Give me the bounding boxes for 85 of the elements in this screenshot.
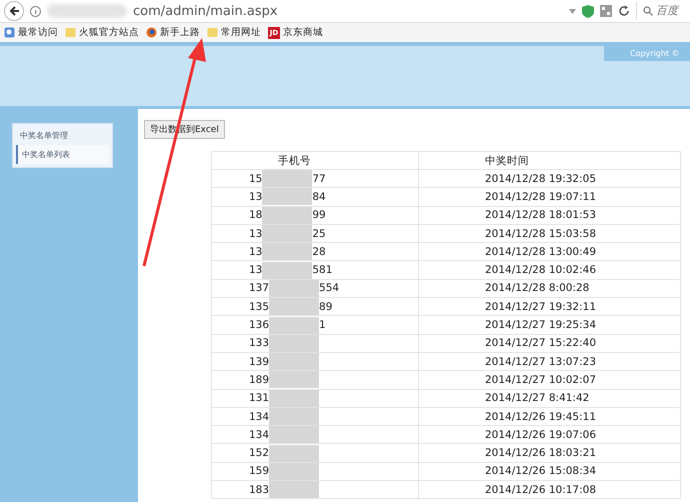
redaction-blur <box>262 206 312 224</box>
phone-number-start: 13 <box>249 264 262 276</box>
phone-number-end: 25 <box>312 228 326 240</box>
redaction-blur <box>269 481 320 498</box>
back-button[interactable] <box>4 1 24 21</box>
phone-number-start: 152 <box>249 447 270 460</box>
search-icon <box>643 6 653 16</box>
phone-number-start: 137 <box>249 282 270 294</box>
table-cell: 2014/12/28 19:32:05 <box>418 170 680 188</box>
back-arrow-icon <box>8 5 20 17</box>
menu-item[interactable]: 中奖名单列表 <box>16 145 109 164</box>
table-cell: 2014/12/26 19:45:11 <box>418 407 680 426</box>
phone-number-start: 13 <box>249 190 262 203</box>
table-cell: 2014/12/28 18:01:53 <box>418 206 680 224</box>
redaction-blur <box>269 316 320 334</box>
phone-number-end: 28 <box>312 246 326 258</box>
table-cell: 2014/12/27 10:02:07 <box>418 370 680 390</box>
bookmarks-icon <box>4 27 15 38</box>
table-cell: 2014/12/26 18:03:21 <box>418 444 680 462</box>
info-icon[interactable] <box>30 6 41 16</box>
phone-number-start: 18 <box>249 209 262 222</box>
reload-icon[interactable] <box>618 5 630 17</box>
phone-number-start: 131 <box>249 392 270 404</box>
table-cell: 2014/12/27 19:25:34 <box>418 316 680 334</box>
redaction-blur <box>262 188 312 206</box>
folder-icon <box>207 27 218 38</box>
copyright-text: Copyright © <box>604 46 690 61</box>
column-header: 中奖时间 <box>418 152 680 170</box>
redaction-blur <box>262 225 312 242</box>
bookmark-link[interactable]: 新手上路 <box>146 26 200 39</box>
phone-number-end: 1 <box>319 319 326 332</box>
redaction-blur <box>269 334 320 352</box>
table-cell: 2014/12/28 10:02:46 <box>418 260 680 280</box>
redaction-blur <box>269 280 320 297</box>
phone-number-start: 139 <box>249 356 270 368</box>
column-header: 手机号 <box>212 152 418 170</box>
redaction-blur <box>262 170 312 188</box>
qr-code-icon[interactable] <box>600 5 612 17</box>
caret-icon[interactable] <box>569 8 576 14</box>
phone-number-start: 134 <box>249 410 270 422</box>
globe-icon <box>146 27 157 38</box>
table-cell: 2014/12/26 10:17:08 <box>418 480 680 499</box>
phone-number-end: 84 <box>312 190 326 203</box>
phone-number-end: 89 <box>319 300 332 313</box>
folder-icon <box>65 27 76 38</box>
phone-number-start: 133 <box>249 337 270 350</box>
table-cell: 2014/12/28 8:00:28 <box>418 279 680 298</box>
table-cell: 2014/12/28 15:03:58 <box>418 224 680 243</box>
redaction-blur <box>262 243 312 260</box>
redaction-blur <box>269 462 320 480</box>
table-cell: 2014/12/28 13:00:49 <box>418 242 680 261</box>
phone-number-start: 134 <box>249 428 270 441</box>
phone-number-end: 99 <box>312 209 326 222</box>
table-cell: 2014/12/27 8:41:42 <box>418 389 680 408</box>
table-cell: 2014/12/27 13:07:23 <box>418 352 680 371</box>
phone-number-start: 189 <box>249 374 270 386</box>
table-cell: 2014/12/27 19:32:11 <box>418 298 680 316</box>
table-cell: 2014/12/28 19:07:11 <box>418 188 680 206</box>
phone-number-end: 77 <box>312 172 326 185</box>
redaction-blur <box>269 371 320 388</box>
phone-number-start: 183 <box>249 484 270 496</box>
table-cell: 2014/12/26 19:07:06 <box>418 426 680 444</box>
redaction-blur <box>262 262 312 279</box>
redaction-blur <box>269 444 320 462</box>
redaction-blur <box>269 408 320 425</box>
redaction-blur <box>269 426 320 444</box>
phone-number-end: 581 <box>312 264 332 276</box>
table-cell: 2014/12/26 15:08:34 <box>418 462 680 481</box>
phone-number-end: 554 <box>319 282 340 294</box>
phone-number-start: 159 <box>249 465 270 478</box>
phone-number-start: 135 <box>249 300 270 313</box>
bookmark-link[interactable]: 最常访问 <box>4 26 58 39</box>
bookmark-link[interactable]: 火狐官方站点 <box>65 26 139 39</box>
bookmark-link[interactable]: 常用网址 <box>207 26 261 39</box>
redaction-blur <box>269 390 320 407</box>
url-field[interactable]: com/admin/main.aspx <box>133 4 563 18</box>
phone-number-start: 136 <box>249 319 270 332</box>
shield-icon[interactable] <box>582 4 594 18</box>
phone-number-start: 13 <box>249 228 262 240</box>
menu-title: 中奖名单管理 <box>19 130 69 142</box>
table-cell: 2014/12/27 15:22:40 <box>418 334 680 352</box>
redaction-blur <box>269 353 320 370</box>
phone-number-start: 15 <box>249 172 262 185</box>
redaction-blur <box>269 298 320 316</box>
phone-number-start: 13 <box>249 246 262 258</box>
